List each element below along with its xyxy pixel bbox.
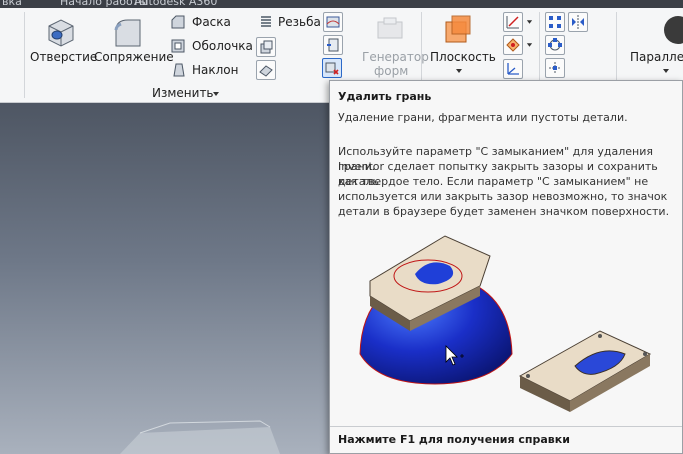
pattern-sketch-button[interactable] — [545, 58, 565, 78]
tooltip-separator — [330, 426, 682, 427]
circular-pattern-icon — [548, 38, 562, 51]
chamfer-icon — [171, 15, 185, 29]
mold-generator-label-2: форм — [374, 64, 409, 78]
parallel-icon — [664, 16, 683, 44]
thread-label: Резьба — [278, 15, 321, 29]
delete-face-button[interactable] — [322, 58, 342, 78]
plane-label: Плоскость — [430, 50, 496, 64]
modify-panel-label: Изменить — [152, 86, 214, 100]
combine-icon — [326, 16, 340, 28]
hole-label: Отверстие — [30, 50, 98, 64]
shell-button[interactable]: Оболочка — [170, 38, 254, 56]
chamfer-button[interactable]: Фаска — [170, 14, 254, 32]
fillet-icon — [114, 19, 141, 47]
tab-a360[interactable]: Autodesk A360 — [134, 0, 217, 8]
work-point-button[interactable] — [503, 35, 523, 55]
thicken-icon — [259, 65, 273, 77]
mirror-icon — [572, 15, 584, 29]
mold-generator-icon — [377, 17, 403, 39]
rectangular-pattern-icon — [549, 16, 561, 28]
thread-button[interactable]: Резьба — [258, 14, 321, 32]
thread-icon — [261, 16, 271, 27]
ribbon-separator — [24, 12, 25, 98]
thicken-button[interactable] — [256, 60, 276, 80]
chevron-down-icon — [663, 69, 669, 73]
copy-object-button[interactable] — [323, 35, 343, 55]
delete-face-icon — [325, 62, 339, 75]
shell-label: Оболочка — [192, 39, 253, 53]
plane-button[interactable]: Плоскость — [426, 8, 496, 83]
top-tab-bar: вка Начало работы Autodesk A360 — [0, 0, 683, 8]
pattern-rect-button[interactable] — [545, 12, 565, 32]
fillet-label: Сопряжение — [94, 50, 174, 64]
tooltip-body-line: детали в браузере будет заменен значком … — [338, 205, 670, 218]
mirror-button[interactable] — [568, 12, 588, 32]
shell-icon — [171, 39, 185, 53]
modify-panel-dropdown[interactable]: Изменить — [150, 85, 230, 101]
mold-generator-button[interactable]: Генератор форм — [360, 8, 429, 83]
tooltip-illustration — [359, 235, 652, 412]
chevron-down-icon — [213, 92, 219, 96]
tab-partial[interactable]: вка — [2, 0, 22, 8]
hole-button[interactable]: Отверстие — [30, 8, 97, 78]
tooltip-delete-face: Удалить грань Удаление грани, фрагмента … — [329, 80, 683, 454]
draft-label: Наклон — [192, 63, 239, 77]
copy-object-icon — [327, 38, 339, 52]
ucs-button[interactable] — [503, 59, 523, 79]
part-model — [120, 420, 280, 454]
tooltip-help-hint: Нажмите F1 для получения справки — [338, 433, 570, 446]
sketch-pattern-icon — [549, 62, 561, 74]
ucs-icon — [507, 63, 519, 75]
axis-button[interactable] — [503, 12, 523, 32]
fillet-button[interactable]: Сопряжение — [94, 8, 174, 78]
pattern-circ-button[interactable] — [545, 35, 565, 55]
draft-icon — [173, 63, 185, 77]
chevron-down-icon — [456, 69, 462, 73]
chevron-down-icon[interactable] — [526, 19, 533, 25]
plane-icon — [445, 15, 471, 43]
tooltip-description: Удаление грани, фрагмента или пустоты де… — [338, 111, 628, 124]
work-point-icon — [506, 38, 520, 52]
parallel-button[interactable]: Параллел — [622, 8, 683, 83]
chamfer-label: Фаска — [192, 15, 231, 29]
chevron-down-icon[interactable] — [526, 42, 533, 48]
tooltip-title: Удалить грань — [338, 90, 432, 103]
tooltip-body-line: как твердое тело. Если параметр "С замык… — [338, 175, 649, 188]
hole-icon — [48, 19, 74, 47]
axis-icon — [506, 16, 519, 29]
mold-generator-label-1: Генератор — [362, 50, 429, 64]
parallel-label: Параллел — [630, 50, 683, 64]
draft-button[interactable]: Наклон — [170, 62, 254, 80]
split-button[interactable] — [256, 37, 276, 57]
tooltip-body-line: используется или закрыть зазор невозможн… — [338, 190, 668, 203]
combine-button[interactable] — [323, 12, 343, 32]
split-icon — [260, 40, 273, 54]
